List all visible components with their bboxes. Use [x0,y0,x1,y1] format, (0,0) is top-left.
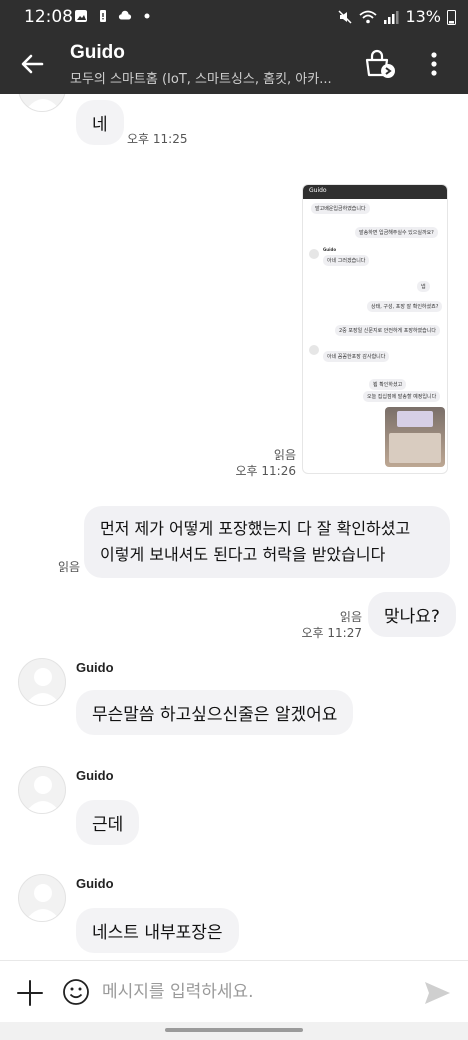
message-time: 오후 11:26 [235,464,296,478]
send-icon[interactable] [422,979,452,1007]
status-right: 13% [337,7,456,26]
shot-sender: Guido [323,247,337,252]
read-status: 읽음 [339,610,362,624]
battery-alert-icon [100,10,106,22]
chat-subtitle: 모두의 스마트홈 (IoT, 스마트싱스, 홈킷, 아카... [70,72,332,87]
sender-name: Guido [76,876,114,891]
image-icon [75,10,87,22]
shot-bubble: 발고배운입금하였습니다 [311,203,370,214]
chat-area[interactable]: 네 오후 11:25 Guido 발고배운입금하였습니다 발송하면 입금해주실수… [0,94,468,960]
message-line: 먼저 제가 어떻게 포장했는지 다 잘 확인하셨고 [100,519,411,538]
message-bubble-incoming[interactable]: 무슨말씀 하고싶으신줄은 알겠어요 [76,690,354,735]
chat-title: Guido [70,42,125,63]
shopping-bag-icon[interactable] [362,48,396,80]
home-handle[interactable] [165,1028,303,1032]
message-time: 오후 11:27 [301,626,362,640]
message-input[interactable] [102,975,402,1009]
avatar[interactable] [18,874,66,922]
signal-icon [384,10,399,24]
more-vertical-icon[interactable] [422,50,446,78]
message-bubble-incoming[interactable]: 근데 [76,800,140,845]
avatar[interactable] [18,766,66,814]
wifi-icon [359,10,378,23]
dot-icon [144,13,150,19]
arrow-left-icon[interactable] [18,50,46,78]
sender-name: Guido [76,768,114,783]
message-bubble-outgoing[interactable]: 맞나요? [368,592,456,637]
message-bubble-incoming[interactable]: 네 [76,100,124,145]
cloud-icon [118,10,132,20]
shot-bubble: 아네 꼼꼼한포장 감사합니다 [323,351,390,362]
message-bubble-outgoing[interactable]: 먼저 제가 어떻게 포장했는지 다 잘 확인하셨고 이렇게 보내셔도 된다고 허… [84,506,450,578]
avatar[interactable] [18,658,66,706]
navigation-bar [0,1022,468,1040]
status-bar: 12:08 13% [0,0,468,34]
read-status: 읽음 [58,560,81,574]
shot-photo [385,407,445,467]
mute-icon [338,9,352,24]
shot-bubble: 상태, 구성, 포장 잘 확인하셨죠? [367,301,443,312]
default-avatar-icon [25,776,61,813]
status-time: 12:08 [24,7,73,27]
sender-name: Guido [76,660,114,675]
message-time: 오후 11:25 [127,132,188,146]
chat-header: Guido 모두의 스마트홈 (IoT, 스마트싱스, 홈킷, 아카... [0,34,468,94]
message-bubble-incoming[interactable]: 네스트 내부포장은 [76,908,239,953]
plus-icon[interactable] [16,979,44,1007]
shot-bubble: 오늘 집십점에 발송할 예정입니다 [363,391,441,402]
battery-icon [447,9,456,25]
image-message[interactable]: Guido 발고배운입금하였습니다 발송하면 입금해주실수 있으실까요? Gui… [302,184,448,474]
emoji-icon[interactable] [62,978,90,1006]
message-line: 이렇게 보내셔도 된다고 허락을 받았습니다 [100,545,386,564]
default-avatar-icon [25,668,61,705]
shot-bubble: 뵘 확인하셨고 [369,379,407,390]
shot-bubble: 2중 포장일 신문지로 안전하게 포장하였습니다 [335,325,440,336]
default-avatar-icon [25,884,61,921]
shot-avatar [309,345,319,355]
shot-bubble: 아네 그러겠습니다 [323,255,370,266]
read-status: 읽음 [273,448,296,462]
notification-icons [74,9,154,23]
avatar[interactable] [18,94,66,112]
shot-bubble: 넵 [417,281,430,292]
shot-avatar [309,249,319,259]
shot-header: Guido [303,185,447,199]
shot-bubble: 발송하면 입금해주실수 있으실까요? [355,227,438,238]
default-avatar-icon [25,99,61,111]
battery-percent: 13% [405,7,441,26]
message-input-bar [0,960,468,1022]
